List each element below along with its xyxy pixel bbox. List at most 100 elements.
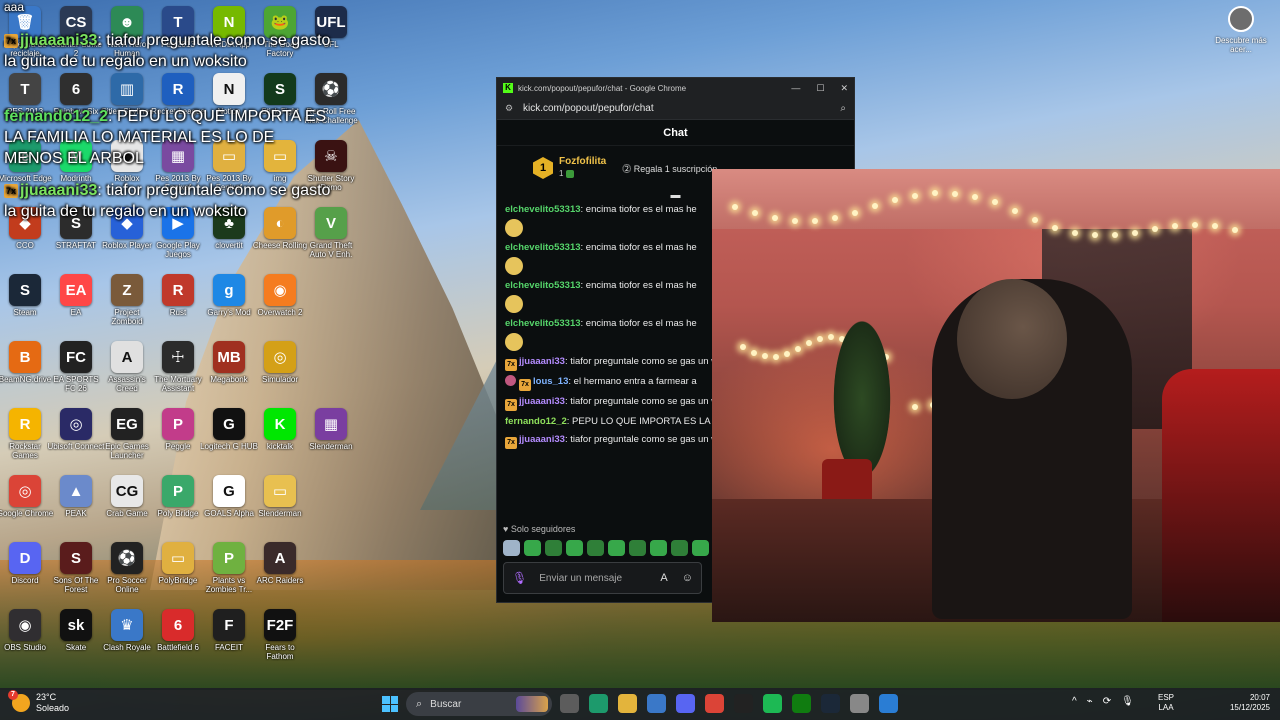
app-icon: ▦ (315, 408, 347, 440)
steam-icon[interactable] (821, 694, 840, 713)
task-view-icon[interactable] (560, 694, 579, 713)
weather-widget[interactable]: 7 23°C Soleado (8, 690, 70, 714)
microphone-icon[interactable]: 🎙 (512, 571, 527, 585)
desktop-icon[interactable]: sk Skate (47, 605, 105, 669)
sync-icon[interactable]: ⟳ (1103, 696, 1111, 707)
app-icon: ▥ (111, 73, 143, 105)
close-button[interactable]: ✕ (840, 83, 848, 94)
emote-icon[interactable] (587, 540, 604, 556)
desktop-icon[interactable]: EG Epic Games Launcher (98, 404, 156, 468)
emote-bar[interactable] (503, 540, 709, 556)
desktop-icon[interactable]: ▦ Slenderman (302, 404, 360, 468)
desktop-icon[interactable]: MB Megabonk (200, 337, 258, 401)
chat-text: encima tiofor es el mas he (583, 318, 697, 329)
desktop-icon[interactable]: ◎ Simulador (251, 337, 309, 401)
desktop-icon[interactable]: D Discord (0, 538, 54, 602)
settings-icon[interactable] (850, 694, 869, 713)
desktop-icon[interactable]: FC EA SPORTS FC 26 (47, 337, 105, 401)
gift-subscription-button[interactable]: ⓶ Regala 1 suscripción (622, 162, 717, 175)
chat-username[interactable]: elchevelito53313 (505, 242, 581, 253)
app-icon[interactable] (879, 694, 898, 713)
desktop-icon[interactable]: P Peggle (149, 404, 207, 468)
window-titlebar[interactable]: K kick.com/popout/pepufor/chat - Google … (497, 78, 854, 98)
app-icon: ◎ (60, 408, 92, 440)
edge-icon[interactable] (589, 694, 608, 713)
chat-input-placeholder[interactable]: Enviar un mensaje (539, 573, 622, 584)
desktop-icon[interactable]: A Assassin's Creed (98, 337, 156, 401)
desktop-icon[interactable]: S Steam (0, 270, 54, 334)
weather-desc: Soleado (36, 703, 70, 713)
desktop-icon[interactable]: 6 Battlefield 6 (149, 605, 207, 669)
desktop-icon[interactable]: R Rust (149, 270, 207, 334)
desktop-icon[interactable]: S Sons Of The Forest (47, 538, 105, 602)
chat-username[interactable]: elchevelito53313 (505, 204, 581, 215)
chat-username[interactable]: jjuaaani33 (519, 396, 565, 407)
chevron-up-icon[interactable]: ^ (1072, 696, 1077, 707)
desktop-icon[interactable]: g Garry's Mod (200, 270, 258, 334)
desktop-icon[interactable]: Kkicktalk (251, 404, 309, 468)
chat-username[interactable]: elchevelito53313 (505, 280, 581, 291)
desktop-icon[interactable]: P Poly Bridge (149, 471, 207, 535)
desktop-icon[interactable]: ♛ Clash Royale (98, 605, 156, 669)
emoji-icon[interactable]: ☺ (682, 572, 693, 584)
emote-icon[interactable] (545, 540, 562, 556)
desktop-icon[interactable]: ◎ Google Chrome (0, 471, 54, 535)
chat-username[interactable]: jjuaaani33 (519, 434, 565, 445)
desktop-icon[interactable]: ◉ OBS Studio (0, 605, 54, 669)
url-text[interactable]: kick.com/popout/pepufor/chat (523, 103, 654, 114)
microphone-tray-icon[interactable]: 🎙 (1121, 696, 1134, 707)
emote-icon[interactable] (671, 540, 688, 556)
chat-username[interactable]: elchevelito53313 (505, 318, 581, 329)
minimize-button[interactable]: — (791, 83, 800, 94)
translate-icon[interactable]: A (660, 572, 667, 584)
file-explorer-icon[interactable] (618, 694, 637, 713)
zoom-icon[interactable]: ⌕ (840, 103, 846, 114)
chat-username[interactable]: fernando12_2 (505, 416, 567, 427)
spotify-icon[interactable] (763, 694, 782, 713)
discover-app-icon[interactable]: Descubre más acer... (1214, 6, 1268, 54)
emote-icon[interactable] (650, 540, 667, 556)
taskbar-clock[interactable]: 20:07 15/12/2025 (1222, 693, 1270, 713)
desktop-icon[interactable]: ▭ Slenderman (251, 471, 309, 535)
desktop-icon[interactable]: ◉ Overwatch 2 (251, 270, 309, 334)
chat-username[interactable]: jjuaaani33 (519, 356, 565, 367)
emote-icon[interactable] (608, 540, 625, 556)
desktop-icon[interactable]: G Logitech G HUB (200, 404, 258, 468)
desktop-icon[interactable]: ▲ PEAK (47, 471, 105, 535)
discord-icon[interactable] (676, 694, 695, 713)
desktop-icon[interactable]: ◎ Ubisoft Connect (47, 404, 105, 468)
chat-input[interactable]: 🎙 Enviar un mensaje A ☺ (503, 562, 702, 594)
maximize-button[interactable]: ☐ (816, 83, 824, 94)
obs-icon[interactable] (734, 694, 753, 713)
xbox-icon[interactable] (792, 694, 811, 713)
emote-icon[interactable] (692, 540, 709, 556)
desktop-icon[interactable]: ☩ The Mortuary Assistant (149, 337, 207, 401)
emote-icon[interactable] (629, 540, 646, 556)
desktop-icon[interactable]: EA EA (47, 270, 105, 334)
taskbar-search[interactable]: ⌕ Buscar (406, 692, 552, 716)
chat-username[interactable]: lous_13 (533, 376, 568, 387)
desktop-icon[interactable]: R Rockstar Games (0, 404, 54, 468)
desktop-icon[interactable]: P Plants vs Zombies Tr... (200, 538, 258, 602)
start-button[interactable] (382, 696, 398, 712)
desktop-icon[interactable]: F FACEIT (200, 605, 258, 669)
chrome-icon[interactable] (705, 694, 724, 713)
address-bar[interactable]: ⚙ kick.com/popout/pepufor/chat ⌕ (497, 98, 854, 120)
site-settings-icon[interactable]: ⚙ (505, 103, 515, 114)
network-icon[interactable]: ⌁ (1087, 696, 1093, 707)
desktop-icon[interactable]: CG Crab Game (98, 471, 156, 535)
desktop-icon[interactable]: B BeamNG.drive (0, 337, 54, 401)
desktop-icon[interactable]: ⚽ Pro Soccer Online (98, 538, 156, 602)
language-indicator[interactable]: ESP LAA (1158, 693, 1174, 713)
desktop-icon[interactable]: ▭ PolyBridge (149, 538, 207, 602)
emote-icon[interactable] (503, 540, 520, 556)
desktop-icon[interactable]: A ARC Raiders (251, 538, 309, 602)
desktop-icon[interactable]: Z Project Zomboid (98, 270, 156, 334)
desktop-icon[interactable]: G GOALS Alpha (200, 471, 258, 535)
desktop-icon[interactable]: F2F Fears to Fathom (251, 605, 309, 669)
emote-icon[interactable] (524, 540, 541, 556)
store-icon[interactable] (647, 694, 666, 713)
system-tray[interactable]: ^ ⌁ ⟳ 🎙 (1072, 696, 1134, 707)
emote-icon[interactable] (566, 540, 583, 556)
clock-time: 20:07 (1249, 693, 1270, 702)
